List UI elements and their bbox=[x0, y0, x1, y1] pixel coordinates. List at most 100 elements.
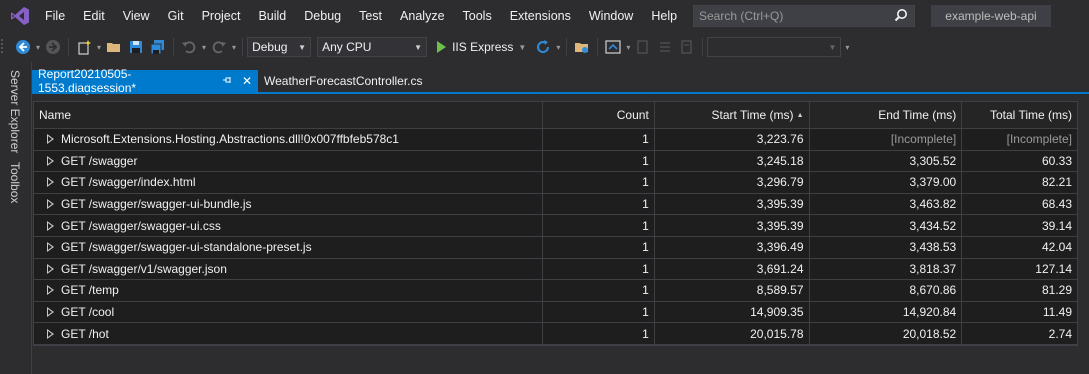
browser-link-dropdown-icon[interactable]: ▾ bbox=[626, 43, 630, 52]
menu-item-edit[interactable]: Edit bbox=[74, 0, 114, 32]
expand-arrow-icon[interactable] bbox=[47, 285, 54, 296]
column-header-label: Count bbox=[616, 108, 649, 122]
toolbar-overflow-icon[interactable]: ▾ bbox=[845, 43, 849, 52]
close-tab-icon[interactable]: ✕ bbox=[242, 74, 252, 88]
back-dropdown-icon[interactable]: ▾ bbox=[36, 43, 40, 52]
refresh-dropdown-icon[interactable]: ▾ bbox=[556, 43, 560, 52]
browser-link-icon[interactable] bbox=[605, 39, 621, 55]
cell-total-time: 82.21 bbox=[1041, 175, 1072, 190]
column-header-count[interactable]: Count bbox=[543, 102, 655, 128]
expand-arrow-icon[interactable] bbox=[47, 134, 54, 145]
column-header-total-time[interactable]: Total Time (ms) bbox=[962, 102, 1077, 128]
redo-dropdown-icon[interactable]: ▾ bbox=[232, 43, 236, 52]
sort-ascending-icon: ▲ bbox=[796, 111, 804, 119]
start-debugging-button[interactable]: IIS Express ▼ bbox=[437, 40, 528, 54]
menu-item-build[interactable]: Build bbox=[249, 0, 295, 32]
activity-name: Microsoft.Extensions.Hosting.Abstraction… bbox=[61, 132, 399, 147]
table-row[interactable]: GET /temp 1 8,589.57 8,670.86 81.29 bbox=[34, 280, 1077, 302]
platform-value: Any CPU bbox=[322, 40, 372, 54]
menu-item-extensions[interactable]: Extensions bbox=[501, 0, 580, 32]
table-row[interactable]: GET /swagger/index.html 1 3,296.79 3,379.00… bbox=[34, 172, 1077, 194]
expand-arrow-icon[interactable] bbox=[47, 242, 54, 253]
save-icon[interactable] bbox=[128, 39, 144, 55]
column-header-name[interactable]: Name bbox=[34, 102, 543, 128]
column-header-end-time[interactable]: End Time (ms) bbox=[810, 102, 963, 128]
table-row[interactable]: GET /swagger/swagger-ui.css 1 3,395.39 3,43… bbox=[34, 215, 1077, 237]
toolbox-tab[interactable]: Toolbox bbox=[8, 162, 22, 203]
undo-icon[interactable] bbox=[181, 39, 197, 55]
table-row[interactable]: GET /hot 1 20,015.78 20,018.52 2.74 bbox=[34, 323, 1077, 345]
cell-total-time: 81.29 bbox=[1041, 283, 1072, 298]
visual-studio-logo-icon[interactable] bbox=[4, 0, 36, 32]
table-row[interactable]: GET /swagger/swagger-ui-standalone-prese… bbox=[34, 236, 1077, 259]
new-item-dropdown-icon[interactable]: ▾ bbox=[97, 43, 101, 52]
comment-out-icon[interactable] bbox=[635, 39, 651, 55]
menu-item-view[interactable]: View bbox=[114, 0, 159, 32]
menu-item-git[interactable]: Git bbox=[159, 0, 193, 32]
menu-item-analyze[interactable]: Analyze bbox=[391, 0, 453, 32]
expand-arrow-icon[interactable] bbox=[47, 220, 54, 231]
menu-item-tools[interactable]: Tools bbox=[454, 0, 501, 32]
column-header-start-time[interactable]: Start Time (ms) ▲ bbox=[655, 102, 810, 128]
table-row[interactable]: Microsoft.Extensions.Hosting.Abstraction… bbox=[34, 129, 1077, 151]
column-header-label: End Time (ms) bbox=[878, 108, 957, 122]
menu-item-project[interactable]: Project bbox=[193, 0, 250, 32]
navigate-back-icon[interactable] bbox=[15, 39, 31, 55]
cell-start-time: 20,015.78 bbox=[655, 323, 810, 344]
menu-item-test[interactable]: Test bbox=[350, 0, 391, 32]
tab-weatherforecastcontroller[interactable]: WeatherForecastController.cs bbox=[258, 70, 429, 92]
expand-arrow-icon[interactable] bbox=[47, 263, 54, 274]
pin-icon[interactable] bbox=[222, 75, 232, 88]
cell-name: GET /cool bbox=[34, 301, 543, 323]
cell-end-time: 3,379.00 bbox=[810, 172, 963, 193]
navigate-forward-icon[interactable] bbox=[45, 39, 61, 55]
play-icon bbox=[437, 41, 447, 53]
menu-item-help[interactable]: Help bbox=[642, 0, 686, 32]
expand-arrow-icon[interactable] bbox=[47, 199, 54, 210]
open-in-browser-folder-icon[interactable] bbox=[574, 39, 590, 55]
bookmark-icon[interactable] bbox=[679, 39, 695, 55]
uncomment-icon[interactable] bbox=[657, 39, 673, 55]
cell-total-time: 60.33 bbox=[1041, 153, 1072, 168]
expand-arrow-icon[interactable] bbox=[47, 328, 54, 339]
expand-arrow-icon[interactable] bbox=[47, 307, 54, 318]
undo-dropdown-icon[interactable]: ▾ bbox=[202, 43, 206, 52]
expand-arrow-icon[interactable] bbox=[47, 155, 54, 166]
menu-item-window[interactable]: Window bbox=[580, 0, 642, 32]
solution-platform-select[interactable]: Any CPU ▼ bbox=[317, 37, 428, 57]
menu-item-file[interactable]: File bbox=[36, 0, 74, 32]
solution-name-badge[interactable]: example-web-api bbox=[931, 5, 1051, 27]
column-header-label: Name bbox=[39, 108, 72, 122]
cell-count: 1 bbox=[543, 280, 655, 301]
expand-arrow-icon[interactable] bbox=[47, 177, 54, 188]
cell-end-time: [Incomplete] bbox=[810, 129, 963, 150]
refresh-icon[interactable] bbox=[535, 39, 551, 55]
table-row[interactable]: GET /cool 1 14,909.35 14,920.84 11.49 bbox=[34, 301, 1077, 324]
cell-start-time: 3,245.18 bbox=[655, 150, 810, 172]
menu-item-debug[interactable]: Debug bbox=[295, 0, 350, 32]
table-header: Name Count Start Time (ms) ▲ End Time (ms… bbox=[34, 102, 1077, 129]
run-dropdown-icon[interactable]: ▼ bbox=[518, 43, 526, 52]
search-input[interactable]: Search (Ctrl+Q) bbox=[693, 5, 915, 27]
solution-configuration-select[interactable]: Debug ▼ bbox=[247, 37, 312, 57]
table-row[interactable]: GET /swagger 1 3,245.18 3,305.52 60.33 bbox=[34, 150, 1077, 173]
find-combo[interactable]: ▼ bbox=[707, 37, 842, 57]
cell-name: GET /temp bbox=[34, 280, 543, 301]
tab-diagsession-report[interactable]: Report20210505-1553.diagsession* ✕ bbox=[32, 67, 258, 95]
column-header-label: Start Time (ms) bbox=[711, 108, 794, 122]
search-icon[interactable] bbox=[894, 8, 908, 25]
cell-end-time: 3,438.53 bbox=[810, 236, 963, 258]
redo-icon[interactable] bbox=[211, 39, 227, 55]
chevron-down-icon: ▼ bbox=[298, 43, 307, 52]
column-header-label: Total Time (ms) bbox=[989, 108, 1072, 122]
cell-count: 1 bbox=[543, 129, 655, 150]
server-explorer-tab[interactable]: Server Explorer bbox=[8, 70, 22, 153]
open-folder-icon[interactable] bbox=[106, 39, 122, 55]
table-row[interactable]: GET /swagger/swagger-ui-bundle.js 1 3,395.… bbox=[34, 193, 1077, 216]
cell-start-time: 8,589.57 bbox=[655, 280, 810, 301]
toolbar-grip bbox=[0, 38, 12, 57]
table-row[interactable]: GET /swagger/v1/swagger.json 1 3,691.24 3,8… bbox=[34, 258, 1077, 281]
cell-end-time: 3,305.52 bbox=[810, 150, 963, 172]
save-all-icon[interactable] bbox=[150, 39, 166, 55]
new-item-icon[interactable] bbox=[76, 39, 92, 55]
